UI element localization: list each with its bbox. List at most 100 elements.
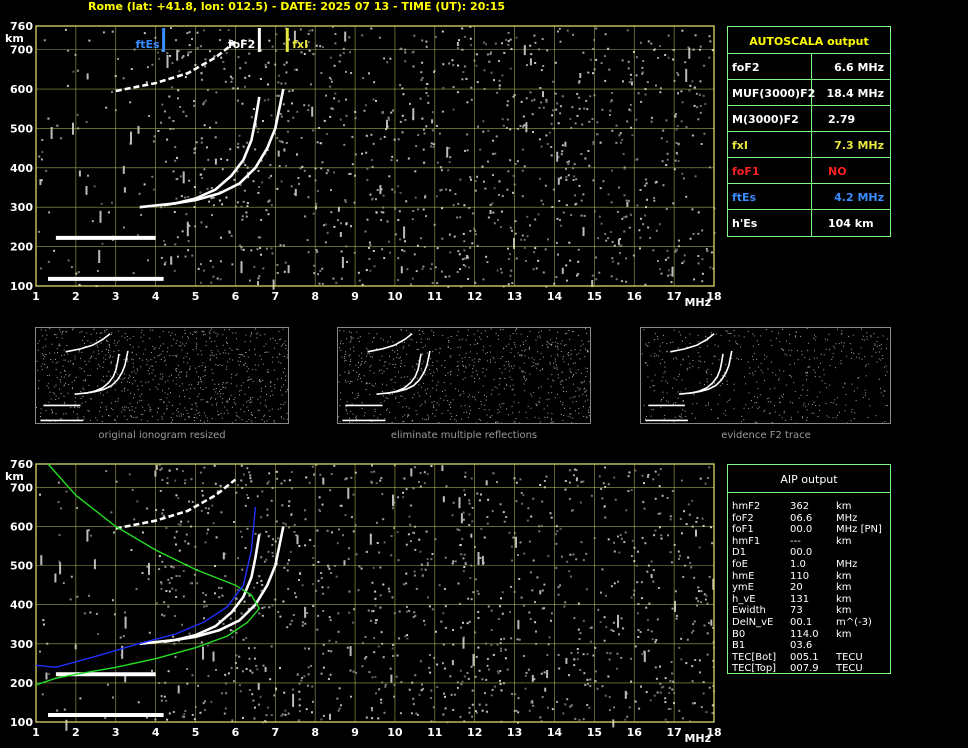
noise-dot	[540, 145, 543, 148]
thumb-dot	[796, 350, 798, 352]
noise-dot	[628, 81, 631, 84]
noise-dot	[265, 714, 268, 717]
noise-dot	[67, 259, 70, 262]
thumb-dot	[265, 351, 267, 353]
thumb-dot	[578, 352, 580, 354]
noise-dot	[199, 711, 202, 714]
noise-streak	[339, 232, 342, 237]
noise-dot	[256, 248, 259, 251]
noise-dot	[496, 269, 499, 272]
noise-dot	[457, 64, 459, 67]
noise-dot	[340, 222, 342, 225]
thumb-dot	[195, 331, 196, 333]
thumb-dot	[352, 369, 354, 371]
noise-dot	[697, 232, 700, 235]
thumb-dot	[826, 415, 828, 417]
thumb-dot	[496, 387, 498, 389]
noise-dot	[307, 109, 310, 112]
thumb-dot	[476, 353, 478, 355]
noise-dot	[307, 33, 310, 35]
noise-dot	[711, 542, 714, 545]
thumb-dot	[867, 416, 869, 418]
noise-dot	[398, 210, 401, 213]
thumb-dot	[178, 345, 180, 347]
noise-dot	[398, 610, 401, 613]
noise-dot	[338, 60, 341, 63]
thumb-dot	[762, 372, 764, 374]
noise-dot	[477, 592, 480, 595]
noise-dot	[210, 700, 213, 703]
thumb-dot	[551, 374, 553, 376]
noise-dot	[388, 590, 391, 593]
noise-dot	[287, 505, 290, 507]
thumb-dot	[438, 422, 440, 424]
noise-dot	[532, 559, 535, 562]
noise-dot	[425, 92, 428, 94]
noise-dot	[615, 124, 618, 127]
thumb-dot	[587, 351, 589, 353]
thumb-dot	[845, 394, 847, 396]
noise-dot	[634, 700, 637, 703]
thumb-dot	[697, 334, 699, 336]
noise-dot	[658, 485, 661, 488]
thumb-dot	[283, 418, 285, 420]
thumb-dot	[424, 389, 426, 391]
thumb-dot	[59, 388, 60, 390]
noise-dot	[349, 51, 351, 54]
thumb-dot	[240, 389, 242, 391]
thumb-dot	[547, 346, 549, 348]
noise-dot	[564, 703, 567, 706]
y-tick-label: 100	[10, 280, 33, 293]
noise-dot	[650, 560, 653, 563]
thumb-dot	[584, 400, 586, 402]
thumb-dot	[235, 403, 237, 405]
noise-dot	[449, 189, 452, 192]
echo-trace-f2-x	[163, 88, 285, 207]
noise-dot	[291, 688, 294, 691]
noise-dot	[301, 676, 304, 679]
noise-dot	[296, 153, 298, 156]
noise-dot	[161, 103, 164, 106]
thumb-dot	[480, 338, 482, 340]
noise-dot	[237, 484, 239, 487]
thumb-dot	[406, 406, 407, 408]
thumb-dot	[50, 359, 52, 360]
thumb-dot	[42, 335, 44, 337]
thumb-dot	[813, 337, 815, 339]
noise-dot	[528, 540, 531, 543]
noise-dot	[58, 534, 61, 537]
noise-dot	[38, 155, 41, 158]
noise-dot	[654, 666, 657, 669]
noise-dot	[303, 675, 306, 678]
noise-dot	[275, 470, 278, 473]
thumb-dot	[115, 383, 117, 385]
thumb-dot	[151, 372, 153, 374]
thumb-dot	[790, 416, 792, 418]
thumb-dot	[47, 383, 49, 385]
thumb-dot	[503, 403, 505, 405]
thumb-dot	[115, 344, 117, 346]
thumb-dot	[473, 361, 475, 363]
noise-dot	[457, 582, 460, 585]
noise-dot	[319, 473, 322, 476]
noise-dot	[616, 652, 619, 655]
noise-dot	[653, 694, 656, 697]
thumb-dot	[529, 346, 531, 348]
thumb-dot	[432, 387, 434, 389]
noise-dot	[105, 470, 108, 473]
noise-dot	[91, 220, 94, 223]
thumb-dot	[824, 338, 826, 340]
thumb-dot	[189, 366, 191, 368]
noise-dot	[430, 689, 433, 692]
noise-dot	[704, 598, 707, 601]
noise-dot	[647, 628, 650, 631]
noise-dot	[161, 512, 164, 515]
noise-dot	[543, 480, 546, 482]
thumb-dot	[758, 344, 760, 346]
noise-dot	[143, 183, 146, 186]
noise-dot	[220, 236, 222, 239]
noise-dot	[457, 250, 460, 253]
thumb-dot	[156, 411, 158, 413]
noise-dot	[517, 554, 519, 556]
thumb-dot	[578, 335, 580, 337]
